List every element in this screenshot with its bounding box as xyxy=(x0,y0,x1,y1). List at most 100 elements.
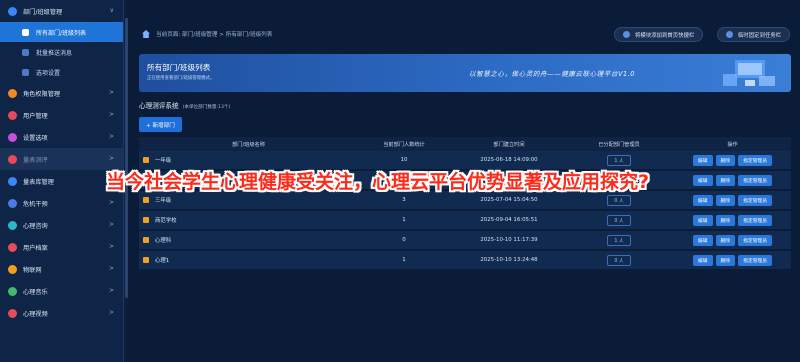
sidebar-group[interactable]: 部门/班级管理 ∨ xyxy=(0,0,123,22)
sidebar-group-label: 心理咨询 xyxy=(23,222,48,230)
assign-admin-button[interactable]: 指定管理员 xyxy=(738,214,773,226)
pin-icon xyxy=(726,31,733,38)
banner-slogan: 以智慧之心，做心灵的舟——健康云联心理平台V1.0 xyxy=(469,70,635,78)
table-row[interactable]: 心理1 1 2025-10-10 13:24:48 0 人 编辑 删除 指定管理员 xyxy=(139,251,791,269)
music-icon xyxy=(8,286,17,296)
delete-button[interactable]: 删除 xyxy=(715,154,736,166)
sidebar-group-label: 量表测评 xyxy=(23,156,48,164)
sidebar-item-label: 选项设置 xyxy=(36,69,61,77)
department-name: 心理科 xyxy=(155,238,172,244)
cell-time: 2025-09-04 16:05:51 xyxy=(480,217,538,223)
edit-button[interactable]: 编辑 xyxy=(692,254,713,266)
admin-count-badge[interactable]: 1 人 xyxy=(607,234,631,246)
delete-button[interactable]: 删除 xyxy=(715,174,736,186)
cell-admins: 1 人 xyxy=(564,234,674,246)
grid-icon xyxy=(8,6,17,16)
assign-admin-button[interactable]: 指定管理员 xyxy=(738,234,773,246)
pin-to-taskbar-button[interactable]: 临时固定到任务栏 xyxy=(717,27,791,42)
cell-name: 心理科 xyxy=(139,236,354,244)
delete-button[interactable]: 删除 xyxy=(715,194,736,206)
edit-button[interactable]: 编辑 xyxy=(692,234,713,246)
cell-count: 3 xyxy=(402,197,406,203)
list-icon xyxy=(22,68,29,76)
sidebar-group-label: 危机干预 xyxy=(23,200,48,208)
sidebar-item[interactable]: 选项设置 xyxy=(0,62,123,82)
table-row[interactable]: 心理科 0 2025-10-10 11:17:39 1 人 编辑 删除 指定管理员 xyxy=(139,231,791,249)
chevron-right-icon: > xyxy=(108,89,114,96)
section-title: 心理测评系统 (本单位部门数量:13个) xyxy=(139,100,230,110)
folder-icon xyxy=(143,217,149,223)
admin-count-badge[interactable]: 0 人 xyxy=(607,194,631,206)
sidebar-group-label: 设置选项 xyxy=(23,134,48,142)
chevron-right-icon: > xyxy=(108,309,114,316)
sidebar-group[interactable]: 设置选项 > xyxy=(0,126,123,148)
header-actions: 操作 xyxy=(727,141,738,148)
sidebar-group-label: 物联网 xyxy=(23,266,42,274)
sidebar-group[interactable]: 用户档案 > xyxy=(0,236,123,258)
library-icon xyxy=(8,176,17,186)
table-row[interactable]: 商范学校 1 2025-09-04 16:05:51 0 人 编辑 删除 指定管理员 xyxy=(139,211,791,229)
cell-admins: 0 人 xyxy=(564,194,674,206)
sidebar-item[interactable]: 批量推送消息 xyxy=(0,42,123,62)
assign-admin-button[interactable]: 指定管理员 xyxy=(738,254,773,266)
department-table: 部门/班级名称 当前部门人数统计 部门建立时间 已分配部门管理员 操作 一年级 1… xyxy=(139,137,791,271)
user-icon xyxy=(8,110,17,120)
cell-admins: 0 人 xyxy=(564,214,674,226)
sidebar-group[interactable]: 心理视频 > xyxy=(0,302,123,324)
cell-actions: 编辑 删除 指定管理员 xyxy=(674,194,791,206)
department-name: 商范学校 xyxy=(155,218,177,224)
cell-time: 2025-07-04 15:04:50 xyxy=(480,197,538,203)
sidebar-group[interactable]: 量表测评 > xyxy=(0,148,123,170)
sidebar-group[interactable]: 物联网 > xyxy=(0,258,123,280)
department-name: 心理1 xyxy=(155,258,170,264)
delete-button[interactable]: 删除 xyxy=(715,214,736,226)
assign-admin-button[interactable]: 指定管理员 xyxy=(738,154,773,166)
cell-name: 心理1 xyxy=(139,256,354,264)
admin-count-badge[interactable]: 1 人 xyxy=(607,154,631,166)
sidebar-group-label: 用户管理 xyxy=(23,112,48,120)
folder-icon xyxy=(143,157,149,163)
delete-button[interactable]: 删除 xyxy=(715,234,736,246)
add-to-shortcut-button[interactable]: 将模块添加到首页快捷栏 xyxy=(614,27,704,42)
edit-button[interactable]: 编辑 xyxy=(692,154,713,166)
folder-icon xyxy=(143,237,149,243)
admin-count-badge[interactable]: 0 人 xyxy=(607,254,631,266)
cell-actions: 编辑 删除 指定管理员 xyxy=(674,154,791,166)
sidebar-group[interactable]: 角色权限管理 > xyxy=(0,82,123,104)
cell-name: 一年级 xyxy=(139,156,354,164)
test-icon xyxy=(8,154,17,164)
cell-name: 商范学校 xyxy=(139,216,354,224)
video-icon xyxy=(8,308,17,318)
section-title-text: 心理测评系统 xyxy=(139,102,179,110)
sidebar-group-label: 心理视频 xyxy=(23,310,48,318)
cell-actions: 编辑 删除 指定管理员 xyxy=(674,254,791,266)
edit-button[interactable]: 编辑 xyxy=(692,194,713,206)
assign-admin-button[interactable]: 指定管理员 xyxy=(738,194,773,206)
admin-count-badge[interactable]: 0 人 xyxy=(607,214,631,226)
department-name: 一年级 xyxy=(155,158,172,164)
sidebar-group[interactable]: 心理咨询 > xyxy=(0,214,123,236)
sidebar-group-label: 角色权限管理 xyxy=(23,90,61,98)
sidebar-group[interactable]: 危机干预 > xyxy=(0,192,123,214)
home-icon[interactable] xyxy=(142,30,150,38)
scrollbar-thumb[interactable] xyxy=(125,18,128,298)
department-count: (本单位部门数量:13个) xyxy=(182,105,231,110)
chevron-right-icon: > xyxy=(108,243,114,250)
cell-count: 1 xyxy=(402,257,406,263)
archive-icon xyxy=(8,242,17,252)
sidebar-item[interactable]: 所有部门/班级列表 xyxy=(0,22,123,42)
role-icon xyxy=(8,88,17,98)
delete-button[interactable]: 删除 xyxy=(715,254,736,266)
sidebar-group[interactable]: 用户管理 > xyxy=(0,104,123,126)
edit-button[interactable]: 编辑 xyxy=(692,174,713,186)
list-icon xyxy=(22,48,29,56)
page-title: 所有部门/班级列表 xyxy=(147,63,211,72)
breadcrumb: 当前页面: 部门/班级管理 > 所有部门/班级列表 xyxy=(156,32,273,38)
chevron-right-icon: > xyxy=(108,265,114,272)
sidebar-group[interactable]: 量表库管理 > xyxy=(0,170,123,192)
sidebar-group[interactable]: 心理音乐 > xyxy=(0,280,123,302)
assign-admin-button[interactable]: 指定管理员 xyxy=(738,174,773,186)
edit-button[interactable]: 编辑 xyxy=(692,214,713,226)
add-department-button[interactable]: + 新增部门 xyxy=(139,117,182,132)
overlay-caption: 当今社会学生心理健康受关注，心理云平台优势显著及应用探究? xyxy=(106,171,650,193)
